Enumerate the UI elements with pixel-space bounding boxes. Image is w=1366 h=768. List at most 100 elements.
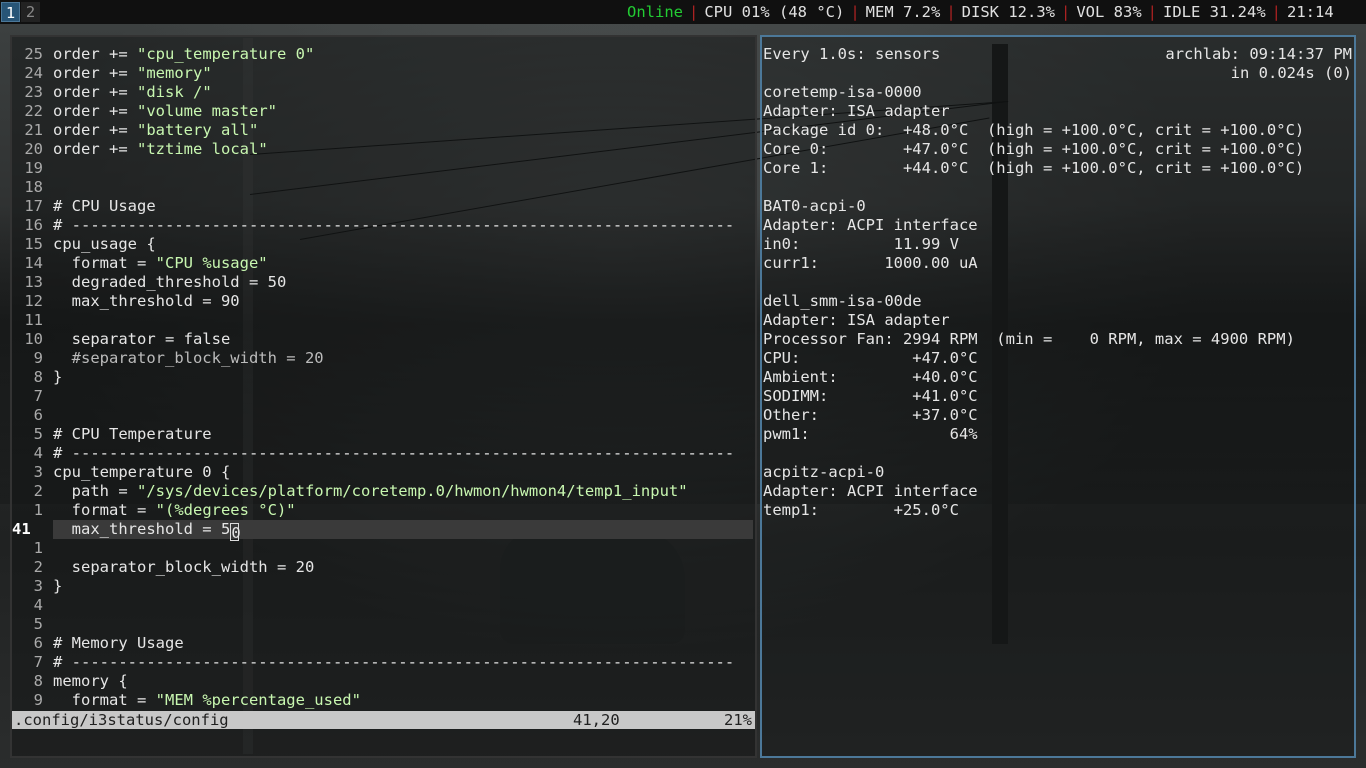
workspace-button-2[interactable]: 2 — [21, 2, 40, 22]
sensors-line: Package id 0: +48.0°C (high = +100.0°C, … — [763, 121, 1305, 139]
watch-header-host-time: archlab: 09:14:37 PM — [1165, 45, 1352, 63]
status-separator: | — [1061, 3, 1071, 21]
line-text: cpu_temperature 0 { — [53, 463, 231, 481]
line-number: 23 — [24, 83, 43, 101]
sensors-line: Adapter: ISA adapter — [763, 311, 950, 329]
sensors-line: temp1: +25.0°C — [763, 501, 959, 519]
status-separator: | — [850, 3, 860, 21]
line-text: # --------------------------------------… — [53, 653, 735, 671]
line-text: # CPU Usage — [53, 197, 156, 215]
sensors-line: Adapter: ISA adapter — [763, 102, 950, 120]
sensors-line: Processor Fan: 2994 RPM (min = 0 RPM, ma… — [763, 330, 1295, 348]
i3status: Online | CPU 01% (48 °C) | MEM 7.2% | DI… — [627, 0, 1334, 24]
sensors-line: Other: +37.0°C — [763, 406, 978, 424]
status-separator: | — [946, 3, 956, 21]
status-clock: 21:14 — [1287, 3, 1334, 21]
line-number: 4 — [33, 444, 43, 462]
workspace-button-1[interactable]: 1 — [1, 2, 20, 22]
vim-window[interactable]: 25 order += "cpu_temperature 0" 24 order +=… — [10, 35, 757, 758]
line-text: } — [53, 368, 63, 386]
line-text: cpu_usage { — [53, 235, 156, 253]
vim-statusline: .config/i3status/config 41,20 21% — [12, 711, 755, 729]
line-text: degraded_threshold = 50 — [53, 273, 287, 291]
status-separator: | — [1147, 3, 1158, 21]
line-number: 3 — [33, 463, 43, 481]
sensors-line: coretemp-isa-0000 — [763, 83, 922, 101]
sensors-line: in0: 11.99 V — [763, 235, 959, 253]
statusline-scroll-percent: 21% — [724, 711, 752, 729]
sensors-line: curr1: 1000.00 uA — [763, 254, 978, 272]
line-number: 18 — [24, 178, 43, 196]
watch-header-duration: in 0.024s (0) — [1230, 64, 1352, 82]
line-text: order += "tztime local" — [53, 140, 268, 158]
status-volume: VOL 83% — [1076, 3, 1142, 21]
line-number: 5 — [33, 425, 43, 443]
line-text: # --------------------------------------… — [53, 216, 735, 234]
status-disk: DISK 12.3% — [961, 3, 1055, 21]
line-number: 6 — [33, 634, 43, 652]
line-number: 22 — [24, 102, 43, 120]
line-number: 9 — [33, 349, 43, 367]
line-number: 16 — [24, 216, 43, 234]
sensors-line: acpitz-acpi-0 — [763, 463, 885, 481]
line-number: 12 — [24, 292, 43, 310]
line-number: 25 — [24, 45, 43, 63]
line-text: memory { — [53, 672, 128, 690]
sensors-line: BAT0-acpi-0 — [763, 197, 866, 215]
line-text: order += "memory" — [53, 64, 212, 82]
sensors-line: Adapter: ACPI interface — [763, 216, 978, 234]
line-number: 4 — [33, 596, 43, 614]
status-separator: | — [689, 3, 699, 21]
line-text: } — [53, 577, 63, 595]
line-text: path = "/sys/devices/platform/coretemp.0… — [53, 482, 688, 500]
line-number: 8 — [33, 368, 43, 386]
i3-bar: 1 2 Online | CPU 01% (48 °C) | MEM 7.2% … — [0, 0, 1366, 24]
line-number: 9 — [33, 691, 43, 709]
line-number: 7 — [33, 387, 43, 405]
text-cursor: 0 — [230, 523, 241, 542]
status-memory: MEM 7.2% — [865, 3, 941, 21]
line-number: 13 — [24, 273, 43, 291]
line-text: order += "disk /" — [53, 83, 212, 101]
line-text: order += "volume master" — [53, 102, 277, 120]
line-number: 14 — [24, 254, 43, 272]
sensors-line: Core 0: +47.0°C (high = +100.0°C, crit =… — [763, 140, 1305, 158]
line-text: #separator_block_width = 20 — [53, 349, 324, 367]
line-text: format = "CPU %usage" — [53, 254, 268, 272]
line-text: max_threshold = 50 — [53, 520, 241, 542]
line-number: 21 — [24, 121, 43, 139]
line-number: 1 — [33, 539, 43, 557]
line-number: 41 — [12, 520, 31, 538]
line-text: format = "MEM %percentage_used" — [53, 691, 361, 709]
line-text: separator_block_width = 20 — [53, 558, 315, 576]
sensors-line: Ambient: +40.0°C — [763, 368, 978, 386]
line-text: format = "(%degrees °C)" — [53, 501, 296, 519]
line-number: 2 — [33, 482, 43, 500]
line-text: # --------------------------------------… — [53, 444, 735, 462]
line-number: 10 — [24, 330, 43, 348]
line-text: max_threshold = 90 — [53, 292, 240, 310]
sensors-line: Core 1: +44.0°C (high = +100.0°C, crit =… — [763, 159, 1305, 177]
sensors-line: SODIMM: +41.0°C — [763, 387, 978, 405]
line-number: 19 — [24, 159, 43, 177]
status-cpu: CPU 01% (48 °C) — [704, 3, 845, 21]
statusline-cursor-position: 41,20 — [573, 711, 620, 729]
watch-header-command: Every 1.0s: sensors — [763, 45, 941, 63]
status-separator: | — [1271, 3, 1282, 21]
sensors-line: Adapter: ACPI interface — [763, 482, 978, 500]
line-number: 1 — [33, 501, 43, 519]
line-number: 8 — [33, 672, 43, 690]
line-number: 6 — [33, 406, 43, 424]
line-number: 5 — [33, 615, 43, 633]
line-number: 24 — [24, 64, 43, 82]
status-idle: IDLE 31.24% — [1163, 3, 1266, 21]
line-number: 17 — [24, 197, 43, 215]
line-number: 11 — [24, 311, 43, 329]
sensors-line: CPU: +47.0°C — [763, 349, 978, 367]
line-number: 3 — [33, 577, 43, 595]
line-text: # Memory Usage — [53, 634, 184, 652]
status-network: Online — [627, 3, 683, 21]
line-text: order += "cpu_temperature 0" — [53, 45, 315, 63]
line-number: 15 — [24, 235, 43, 253]
terminal-window[interactable]: Every 1.0s: sensors archlab: 09:14:37 PM… — [760, 35, 1356, 758]
